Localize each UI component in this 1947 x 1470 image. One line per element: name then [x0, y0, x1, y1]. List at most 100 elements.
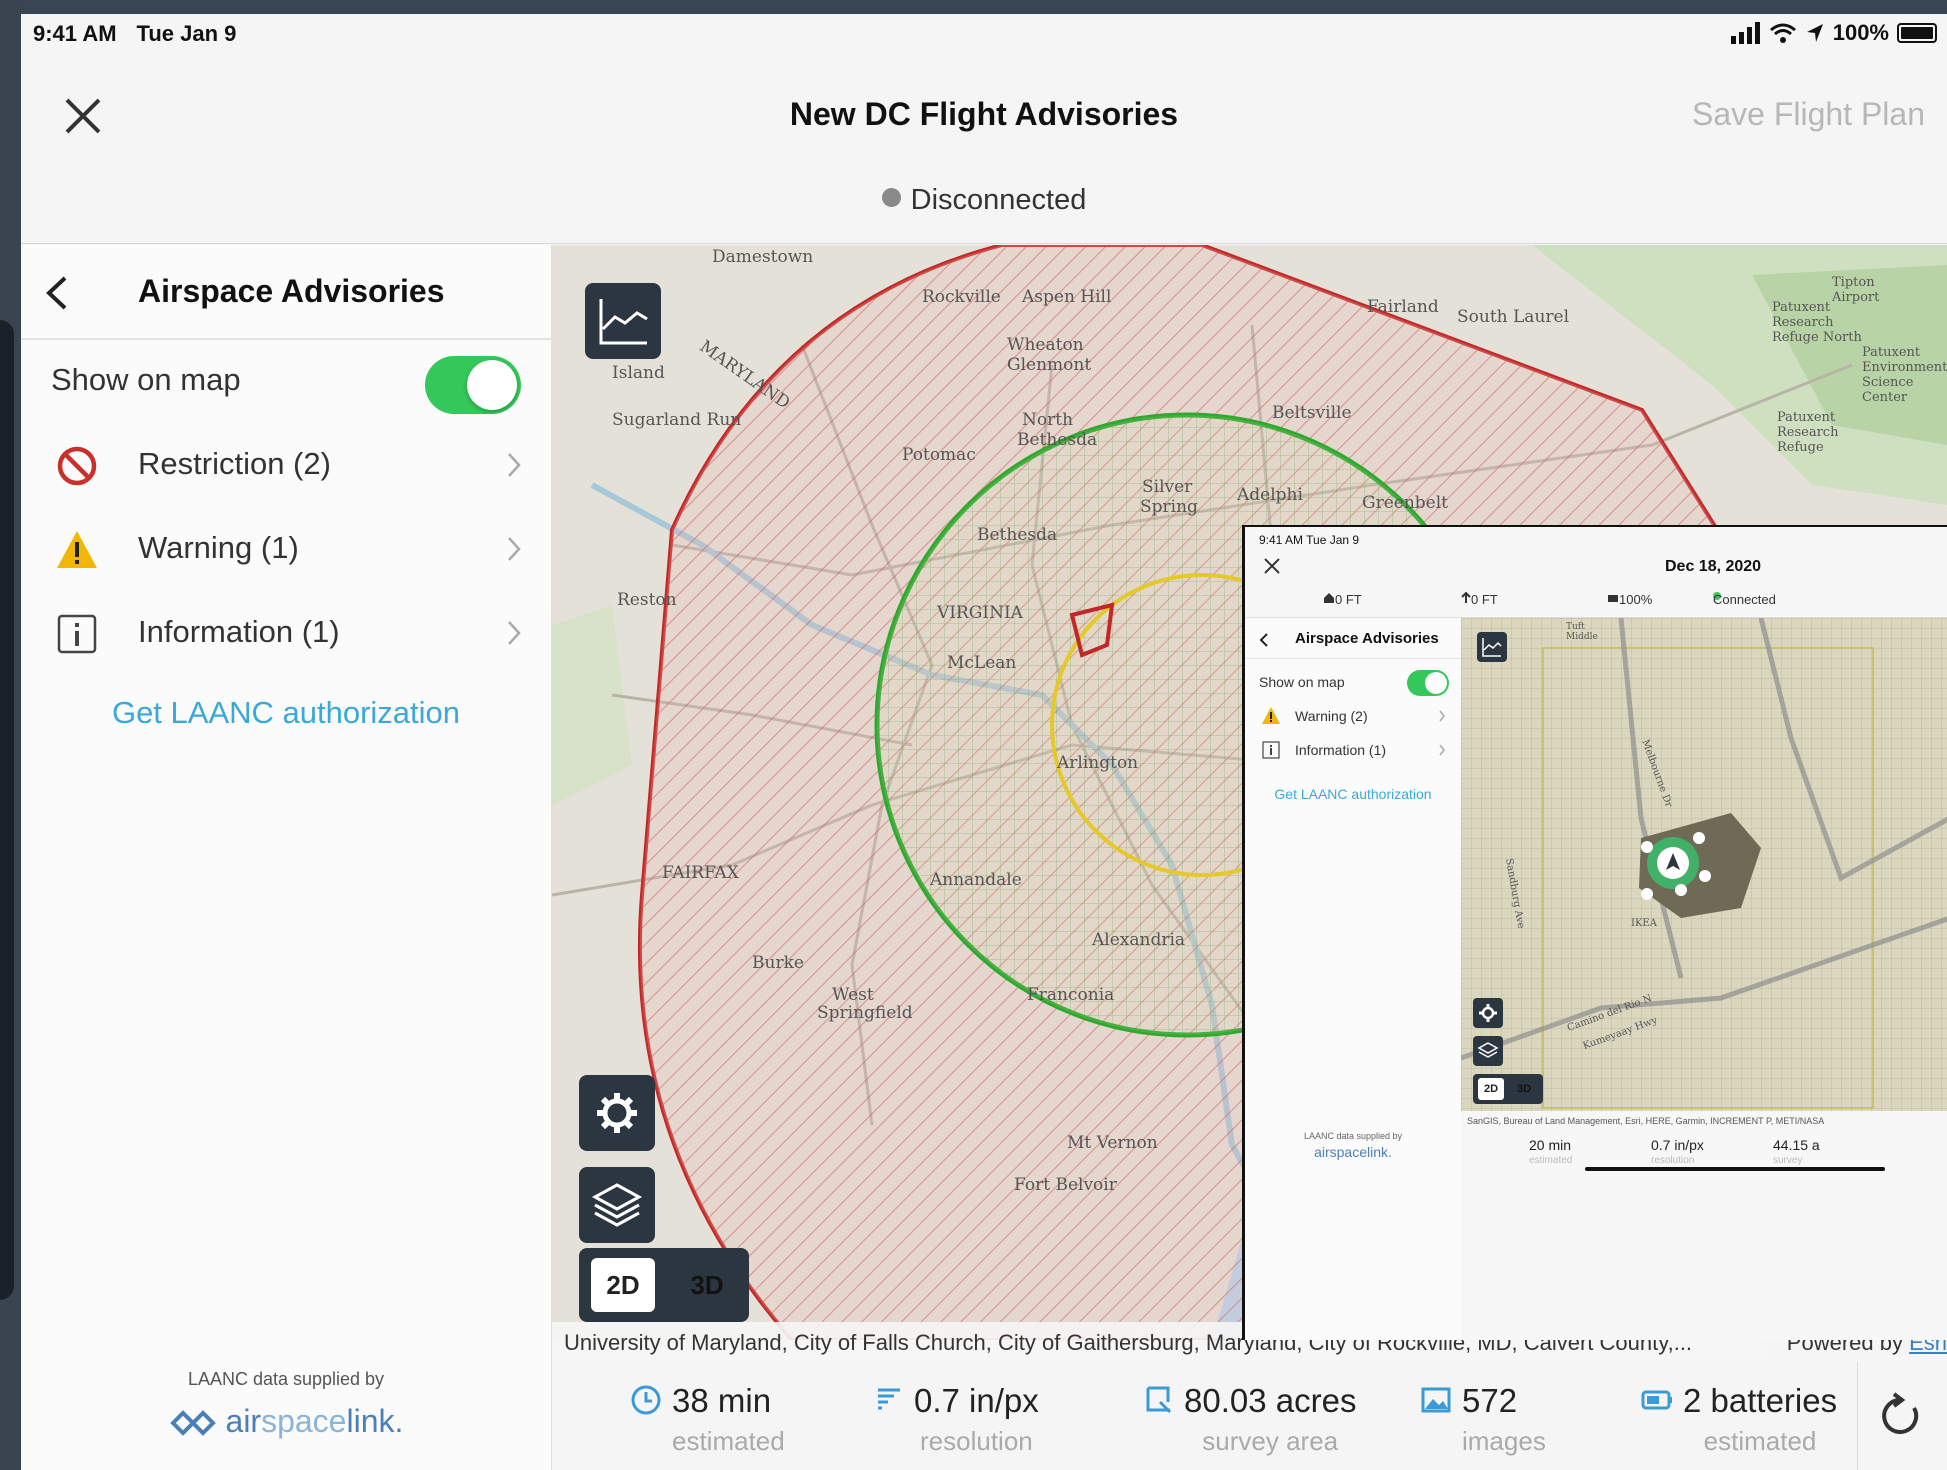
inset-map[interactable]: Tuft Middle Melbourne Dr Sandburg Ave IK…: [1461, 618, 1947, 1111]
map-label: Bethesda: [977, 525, 1058, 545]
background-top: [0, 0, 1947, 14]
flight-stats-bar: 38 min estimated 0.7 in/px resolution 80…: [552, 1362, 1947, 1470]
inset-show-on-map-toggle[interactable]: [1407, 670, 1449, 696]
inset-view-toggle: 2D 3D: [1473, 1074, 1543, 1104]
inset-layers-button[interactable]: [1473, 1036, 1503, 1066]
map-label: Aspen Hill: [1022, 287, 1112, 307]
sidebar-header: Airspace Advisories: [21, 245, 551, 340]
battery-icon: [1641, 1390, 1672, 1410]
gear-icon: [597, 1093, 637, 1133]
arrow-up-icon: [1461, 591, 1471, 603]
inset-alt: 0 FT: [1461, 591, 1498, 607]
warning-label: Warning (1): [138, 530, 299, 565]
sidebar-item-restriction[interactable]: Restriction (2): [21, 424, 551, 508]
map-label: Annandale: [930, 870, 1022, 890]
show-on-map-label: Show on map: [51, 362, 241, 397]
inset-2d-button[interactable]: 2D: [1478, 1078, 1504, 1100]
drone-battery-icon: [1608, 595, 1618, 602]
map-label: FAIRFAX: [662, 863, 739, 883]
inset-home-indicator: [1585, 1167, 1885, 1171]
inset-supplied-by: LAANC data supplied by: [1303, 1131, 1403, 1141]
airspacelink-mark-icon: [169, 1410, 216, 1436]
layers-icon: [1477, 1042, 1499, 1058]
view-2d-button[interactable]: 2D: [591, 1258, 655, 1312]
page-title: New DC Flight Advisories: [789, 96, 1179, 132]
inset-stat-value: 20 min: [1529, 1137, 1572, 1153]
layers-button[interactable]: [579, 1167, 655, 1243]
inset-map-label: IKEA: [1631, 918, 1657, 929]
inset-close-icon[interactable]: [1263, 557, 1281, 575]
map-label: Greenbelt: [1362, 493, 1448, 513]
inset-home-alt: 0 FT: [1323, 592, 1362, 607]
map-label: Tipton Airport: [1832, 275, 1880, 305]
elevation-profile-button[interactable]: [585, 283, 661, 359]
chevron-right-icon: [1439, 710, 1445, 722]
map-label: Glenmont: [1007, 355, 1092, 375]
inset-settings-button[interactable]: [1473, 998, 1503, 1028]
back-chevron-icon[interactable]: [43, 275, 69, 311]
stat-unit: survey area: [1202, 1426, 1339, 1456]
image-icon: [1421, 1387, 1451, 1413]
layers-icon: [591, 1183, 643, 1227]
map-label: Patuxent Environmental Science Center: [1862, 345, 1947, 405]
refresh-button[interactable]: [1857, 1362, 1947, 1470]
inset-information-label: Information (1): [1295, 742, 1387, 758]
inset-chart-button[interactable]: [1477, 632, 1507, 662]
chart-icon: [1482, 638, 1502, 657]
sidebar-item-warning[interactable]: Warning (1): [21, 508, 551, 592]
map-label: Island: [612, 363, 665, 383]
map-label: Bethesda: [1017, 430, 1098, 450]
map-label: Patuxent Research Refuge North: [1772, 300, 1862, 345]
sidebar-item-information[interactable]: Information (1): [21, 592, 551, 676]
inset-airspacelink-logo: airspacelink.: [1314, 1144, 1392, 1160]
inset-show-on-map-row: Show on map: [1245, 668, 1461, 698]
chevron-right-icon: [508, 621, 521, 645]
show-on-map-toggle[interactable]: [425, 356, 521, 414]
view-3d-button[interactable]: 3D: [675, 1258, 739, 1312]
settings-button[interactable]: [579, 1075, 655, 1151]
map-label: Wheaton: [1007, 335, 1084, 355]
laanc-supplied-by: LAANC data supplied by: [187, 1369, 385, 1389]
get-laanc-authorization-link[interactable]: Get LAANC authorization: [21, 695, 551, 731]
inset-sidebar-title: Airspace Advisories: [1295, 630, 1439, 647]
stat-value: 572: [1462, 1382, 1518, 1419]
advisories-sidebar: Airspace Advisories Show on map Restrict…: [21, 245, 552, 1470]
battery-icon: [1897, 23, 1937, 43]
map-label: Franconia: [1027, 985, 1115, 1005]
status-bar: 9:41 AM Tue Jan 9 100%: [21, 14, 1947, 54]
inset-back-icon[interactable]: [1259, 632, 1269, 648]
map-label: VIRGINIA: [937, 603, 1023, 623]
connection-status: Disconnected: [21, 184, 1947, 217]
restriction-label: Restriction (2): [138, 446, 331, 481]
map-label: Arlington: [1057, 753, 1139, 773]
refresh-icon: [1882, 1392, 1919, 1434]
map-label: Beltsville: [1272, 403, 1352, 423]
map-label: Silver: [1142, 477, 1193, 497]
background-left: [0, 0, 21, 1470]
inset-battery-value: 100%: [1619, 592, 1653, 607]
airspacelink-logo: airspacelink.: [21, 1403, 551, 1440]
info-icon: [1262, 741, 1280, 759]
inset-map-label: Tuft Middle: [1566, 622, 1598, 642]
connection-label: Disconnected: [910, 184, 1087, 216]
inset-item-information[interactable]: Information (1): [1245, 736, 1461, 766]
inset-stat-value: 0.7 in/px: [1651, 1137, 1704, 1153]
map-label: Mt Vernon: [1067, 1133, 1158, 1153]
inset-connection-value: Connected: [1713, 592, 1776, 607]
battery-percent: 100%: [1832, 20, 1889, 45]
inset-laanc-link[interactable]: Get LAANC authorization: [1245, 786, 1461, 802]
status-date: Tue Jan 9: [136, 21, 237, 46]
brand-part-link: link.: [346, 1403, 404, 1439]
inset-3d-button[interactable]: 3D: [1511, 1078, 1537, 1100]
map-label: Damestown: [712, 247, 814, 267]
chart-icon: [599, 299, 648, 345]
inset-stat-value: 44.15 a: [1773, 1137, 1820, 1153]
map-label: Springfield: [817, 1003, 913, 1023]
stat-resolution: 0.7 in/px resolution: [878, 1382, 1039, 1457]
inset-item-warning[interactable]: Warning (2): [1245, 702, 1461, 732]
inset-stat-unit: survey: [1773, 1155, 1803, 1166]
ipad-screen: 9:41 AM Tue Jan 9 100% New DC Flight Adv…: [21, 14, 1947, 1470]
save-flight-plan-button[interactable]: Save Flight Plan: [1692, 96, 1925, 133]
inset-sidebar-divider: [1245, 658, 1461, 659]
stat-value: 0.7 in/px: [914, 1382, 1039, 1419]
